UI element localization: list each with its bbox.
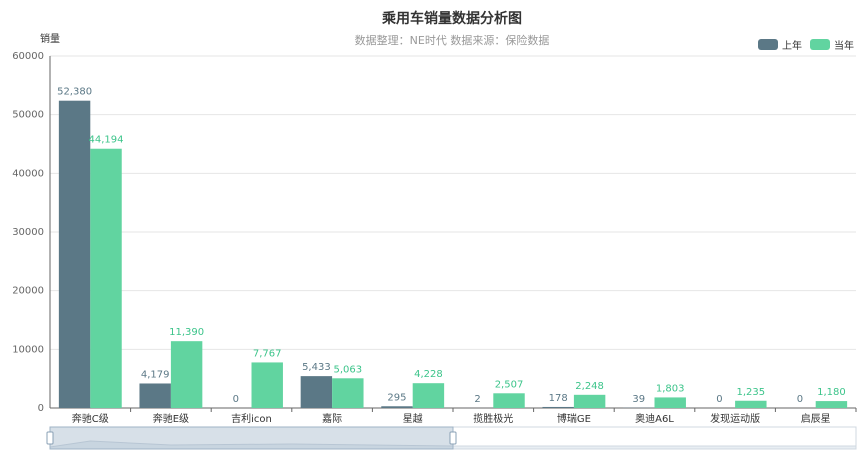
bar-curr (815, 401, 848, 408)
data-label-curr: 2,248 (575, 381, 604, 392)
y-tick-label: 50000 (12, 110, 44, 121)
y-tick-label: 0 (38, 403, 44, 414)
bar-prev (58, 100, 91, 408)
data-label-curr: 5,063 (333, 364, 362, 375)
data-label-curr: 1,235 (736, 387, 765, 398)
data-zoom-window[interactable] (49, 426, 454, 450)
chart-subtitle: 数据整理：NE时代 数据来源：保险数据 (354, 34, 550, 47)
data-label-prev: 0 (233, 394, 239, 405)
data-zoom-handle-end[interactable] (449, 431, 457, 445)
data-label-curr: 1,803 (656, 383, 685, 394)
x-tick-label: 揽胜极光 (473, 412, 513, 425)
data-zoom-slider[interactable] (46, 426, 857, 450)
data-label-prev: 5,433 (302, 362, 331, 373)
data-label-prev: 295 (387, 392, 406, 403)
data-label-curr: 4,228 (414, 369, 443, 380)
gridlines (49, 55, 856, 409)
bar-curr (170, 341, 203, 408)
data-label-curr: 1,180 (817, 387, 846, 398)
bar-prev (542, 406, 574, 408)
bar-curr (573, 394, 606, 408)
legend-label-curr: 当年 (834, 41, 854, 52)
bar-prev (300, 376, 333, 408)
bar-curr (332, 378, 364, 408)
x-tick-label: 嘉际 (322, 412, 342, 425)
data-label-prev: 39 (632, 394, 645, 405)
data-label-curr: 44,194 (89, 135, 124, 146)
x-tick-label: 吉利icon (231, 413, 272, 425)
data-label-prev: 178 (549, 393, 568, 404)
bar-curr (493, 393, 525, 408)
x-tick-label: 奔驰C级 (72, 412, 109, 425)
data-label-prev: 0 (797, 394, 803, 405)
bar-curr (90, 148, 122, 409)
bar-prev (381, 406, 413, 408)
data-label-prev: 4,179 (141, 369, 170, 380)
legend-swatch-curr (810, 39, 830, 50)
data-zoom-sparkline (49, 440, 857, 450)
chart-title: 乘用车销量数据分析图 (382, 11, 522, 27)
x-tick-label: 奔驰E级 (153, 412, 189, 425)
x-tick-label: 启辰星 (801, 412, 831, 425)
data-zoom-track (49, 426, 857, 450)
x-axis-ticks: 奔驰C级 奔驰E级 吉利icon 嘉际 星越 揽胜极光 博瑞GE 奥迪A6L 发现运动版 启辰星 (72, 408, 857, 425)
bar-curr (735, 400, 767, 408)
bar-chart: 销量 0100002000030000400005000060000 52,38… (12, 32, 857, 450)
x-tick-label: 星越 (403, 412, 423, 425)
bar-curr (251, 362, 283, 408)
data-label-curr: 11,390 (169, 327, 204, 338)
y-axis-ticks: 0 10000 20000 30000 40000 50000 60000 (12, 51, 44, 414)
y-tick-label: 60000 (12, 51, 44, 62)
y-tick-label: 20000 (12, 286, 44, 297)
data-label-prev: 2 (474, 394, 480, 405)
y-tick-label: 30000 (12, 227, 44, 238)
bar-curr (654, 397, 686, 408)
data-label-prev: 52,380 (57, 87, 92, 98)
y-tick-label: 10000 (12, 344, 44, 355)
legend-item-curr[interactable]: 当年 (810, 37, 854, 52)
data-zoom-handle-start[interactable] (46, 431, 54, 445)
data-label-curr: 7,767 (253, 348, 282, 359)
y-tick-label: 40000 (12, 168, 44, 179)
legend-swatch-prev (758, 39, 778, 50)
data-label-curr: 2,507 (495, 379, 524, 390)
x-tick-label: 发现运动版 (710, 412, 760, 425)
legend-label-prev: 上年 (782, 41, 802, 52)
legend-item-prev[interactable]: 上年 (758, 37, 802, 52)
bars: 52,380 44,194 4,179 11,390 0 7,767 5,433 5,063 2… (57, 87, 848, 409)
bar-curr (412, 383, 445, 408)
bar-prev (139, 383, 171, 408)
data-label-prev: 0 (716, 394, 722, 405)
x-tick-label: 博瑞GE (557, 412, 591, 425)
x-tick-label: 奥迪A6L (635, 412, 674, 425)
chart-legend[interactable]: 上年 当年 (758, 37, 854, 52)
